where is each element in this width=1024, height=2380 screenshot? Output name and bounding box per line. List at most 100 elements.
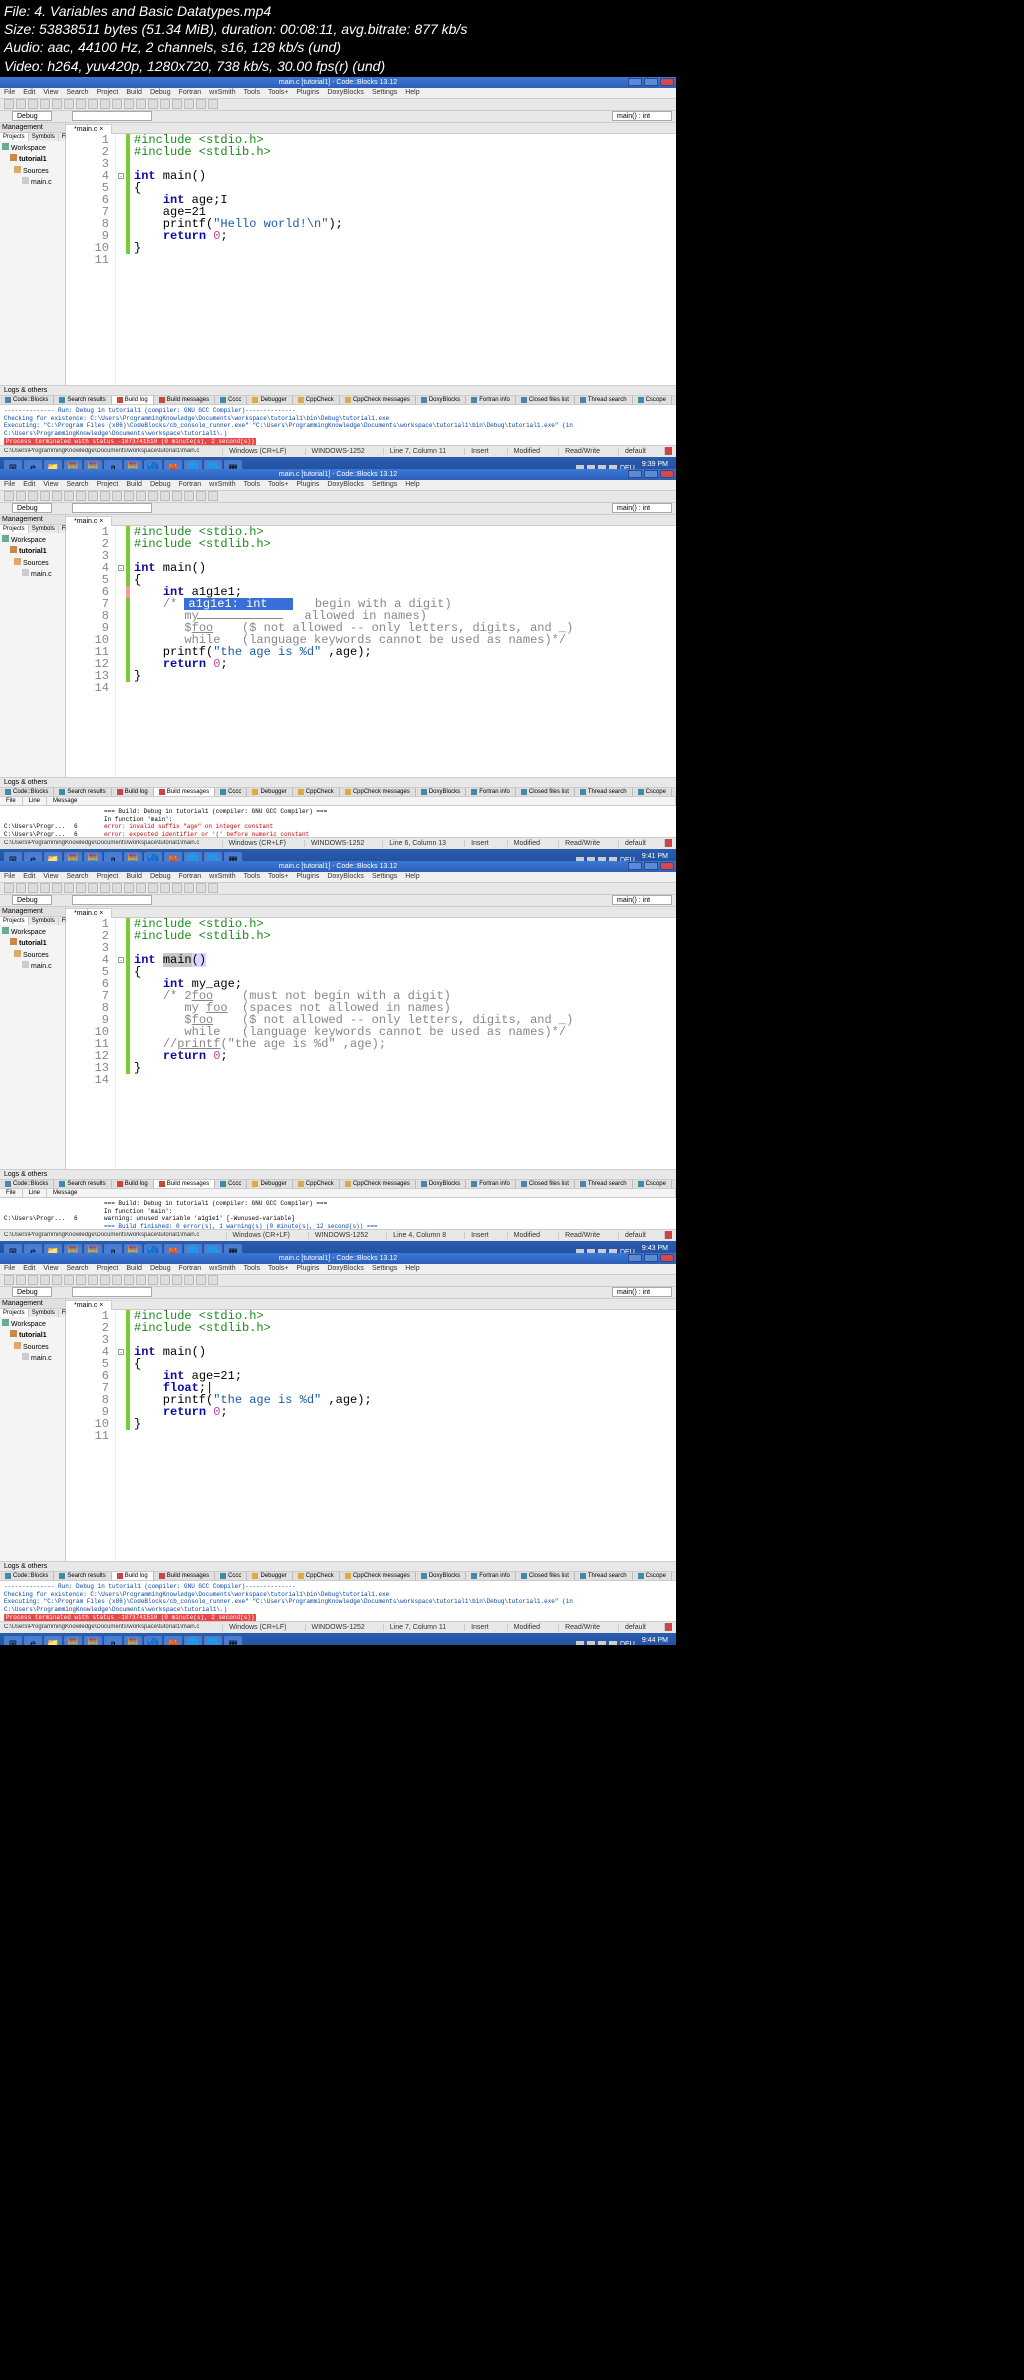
toolbar-button[interactable] [172,99,182,109]
tray-clock[interactable]: 9:39 PM09/28/14 [637,461,672,469]
log-tab-doxyblocks[interactable]: DoxyBlocks [416,396,466,404]
menu-tools[interactable]: Tools [244,873,260,880]
code-line[interactable]: int age;I [134,194,676,206]
taskbar-app[interactable]: 🌐 [184,1244,202,1253]
taskbar-app[interactable]: 🔵 [144,852,162,861]
minimize-button[interactable] [628,470,642,478]
toolbar-button[interactable] [52,99,62,109]
log-tab-build-messages[interactable]: Build messages [154,396,215,404]
log-tab-debugger[interactable]: Debugger [247,1180,292,1188]
log-tab-cppcheck[interactable]: CppCheck [293,396,340,404]
log-tab-thread-search[interactable]: Thread search [575,396,633,404]
toolbar-button[interactable] [52,883,62,893]
menu-view[interactable]: View [43,1265,58,1272]
log-row[interactable]: C:\Users\Progr...6error: invalid suffix … [4,823,672,831]
toolbar-button[interactable] [88,883,98,893]
taskbar-app[interactable]: e [24,460,42,469]
log-tab-build-log[interactable]: Build log [112,396,154,404]
log-row[interactable]: In function 'main': [4,816,672,824]
taskbar-app[interactable]: 🦊 [164,1244,182,1253]
tree-folder[interactable]: Sources [2,558,63,570]
taskbar-app[interactable]: 📁 [44,852,62,861]
editor-tab-main[interactable]: *main.c × [66,908,112,918]
menu-edit[interactable]: Edit [23,89,35,96]
menu-doxyblocks[interactable]: DoxyBlocks [327,1265,364,1272]
taskbar-app[interactable]: a [104,852,122,861]
taskbar-app[interactable]: ⊞ [4,1244,22,1253]
mgmt-tab-symbols[interactable]: Symbols [29,525,59,533]
code-line[interactable]: { [134,574,676,586]
toolbar-button[interactable] [160,491,170,501]
maximize-button[interactable] [644,470,658,478]
log-tab-search-results[interactable]: Search results [54,396,111,404]
code-line[interactable]: return 0; [134,230,676,242]
menu-help[interactable]: Help [405,89,419,96]
toolbar-button[interactable] [16,491,26,501]
tray-icon[interactable] [576,1641,584,1645]
toolbar-button[interactable] [28,491,38,501]
log-tab-fortran-info[interactable]: Fortran info [466,396,516,404]
toolbar-button[interactable] [64,1275,74,1285]
maximize-button[interactable] [644,78,658,86]
tree-folder[interactable]: Sources [2,950,63,962]
code-line[interactable]: #include <stdlib.h> [134,1322,676,1334]
toolbar-button[interactable] [4,883,14,893]
menu-plugins[interactable]: Plugins [296,481,319,488]
log-tab-cccc[interactable]: Cccc [215,1572,247,1580]
toolbar-button[interactable] [88,491,98,501]
taskbar-app[interactable]: 📁 [44,460,62,469]
tree-folder[interactable]: Sources [2,166,63,178]
editor-tab-main[interactable]: *main.c × [66,516,112,526]
tree-folder[interactable]: Sources [2,1342,63,1354]
toolbar-button[interactable] [208,99,218,109]
toolbar-button[interactable] [52,1275,62,1285]
taskbar-app[interactable]: 🌐 [184,460,202,469]
menu-project[interactable]: Project [97,89,119,96]
tree-file[interactable]: main.c [2,1353,63,1365]
menu-fortran[interactable]: Fortran [179,873,202,880]
log-tab-build-log[interactable]: Build log [112,1572,154,1580]
log-tab-fortran-info[interactable]: Fortran info [466,788,516,796]
toolbar-button[interactable] [136,491,146,501]
taskbar-app[interactable]: ▦ [224,460,242,469]
close-button[interactable] [660,78,674,86]
taskbar-app[interactable]: 🔵 [144,1636,162,1645]
taskbar-app[interactable]: e [24,1244,42,1253]
log-tab-code--blocks[interactable]: Code::Blocks [0,1572,54,1580]
menu-tools+[interactable]: Tools+ [268,481,288,488]
toolbar-button[interactable] [196,99,206,109]
taskbar-app[interactable]: 🧮 [84,460,102,469]
toolbar-button[interactable] [196,1275,206,1285]
log-tab-closed-files-list[interactable]: Closed files list [516,1572,575,1580]
log-row[interactable]: === Build: Debug in tutorial1 (compiler:… [4,1200,672,1208]
menu-help[interactable]: Help [405,481,419,488]
code-line[interactable] [134,1334,676,1346]
menu-help[interactable]: Help [405,873,419,880]
log-tab-build-messages[interactable]: Build messages [154,1180,215,1188]
code-line[interactable]: return 0; [134,1406,676,1418]
tree-workspace[interactable]: Workspace [2,927,63,939]
code-editor[interactable]: 1234567891011121314 - #include <stdio.h>… [66,918,676,1169]
toolbar-button[interactable] [184,1275,194,1285]
code-line[interactable] [134,1430,676,1442]
tree-workspace[interactable]: Workspace [2,143,63,155]
fold-marker[interactable]: - [118,957,124,963]
mgmt-tab-symbols[interactable]: Symbols [29,917,59,925]
scope-select[interactable] [72,503,152,513]
taskbar-app[interactable]: ⊞ [4,460,22,469]
toolbar-button[interactable] [40,491,50,501]
build-target-select[interactable]: Debug [12,895,52,905]
taskbar-app[interactable]: 🌐 [204,460,222,469]
log-tab-fortran-info[interactable]: Fortran info [466,1572,516,1580]
taskbar-app[interactable]: ▦ [224,1244,242,1253]
autocomplete-tooltip[interactable]: a1g1e1: int [184,598,293,610]
code-line[interactable]: { [134,1358,676,1370]
editor-tab-main[interactable]: *main.c × [66,124,112,134]
toolbar-button[interactable] [172,883,182,893]
toolbar-button[interactable] [28,99,38,109]
taskbar-app[interactable]: 🔵 [144,1244,162,1253]
menu-search[interactable]: Search [66,481,88,488]
log-row[interactable]: In function 'main': [4,1208,672,1216]
log-tab-cscope[interactable]: Cscope [633,396,672,404]
code-line[interactable] [134,254,676,266]
